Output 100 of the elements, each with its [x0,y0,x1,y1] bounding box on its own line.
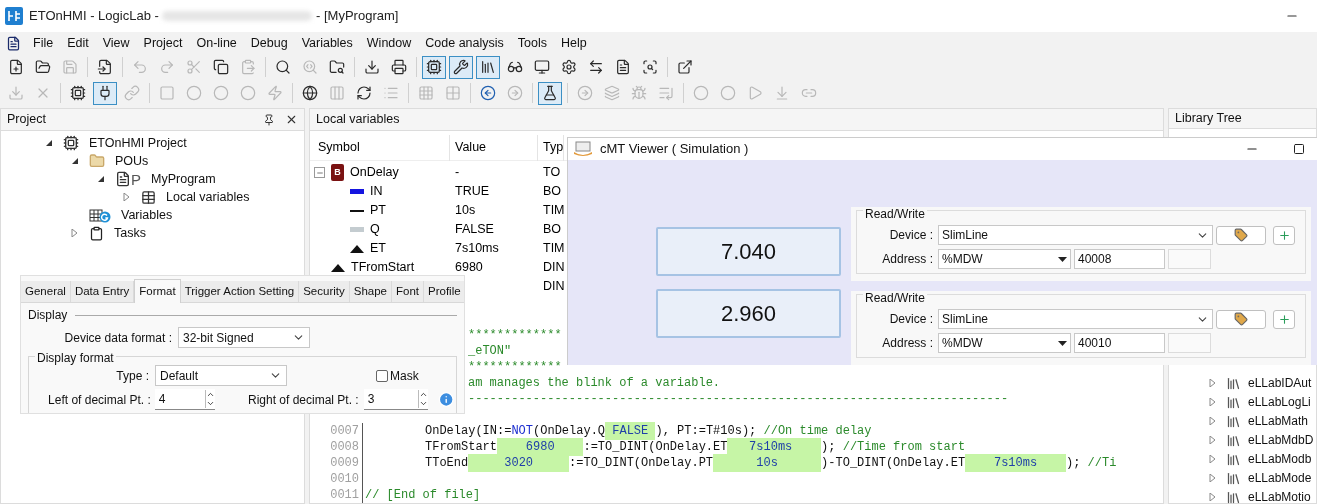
address-field[interactable]: 40008 [1074,249,1165,269]
dialog-tab[interactable]: Font [392,281,425,302]
tree-item[interactable]: eLLabIDAut [1248,374,1312,393]
symbol-cell-text: PT [370,202,386,220]
tree-item[interactable]: POUs [115,151,149,171]
tree-item[interactable]: Variables [121,205,173,225]
tree-item[interactable]: Tasks [114,223,146,243]
dialog-tab[interactable]: Shape [349,281,392,302]
tag-icon [1234,228,1248,242]
address-type-dropdown[interactable]: %MDW [938,333,1071,353]
dialog-tab[interactable]: Trigger Action Setting [180,281,300,302]
watch-value: 10s [713,454,822,472]
spin-field[interactable]: 3 [363,389,428,410]
spin-down-icon[interactable] [418,399,428,408]
empty-field[interactable] [1168,249,1211,269]
collapsed-arrow-icon[interactable] [123,193,131,201]
tree-item[interactable]: eLLabLogLi [1248,393,1311,412]
code-text: _eTON" [468,343,512,360]
menu-item[interactable]: Tools [510,33,554,53]
address-field[interactable]: 40010 [1074,333,1165,353]
menu-item[interactable]: On-line [189,33,244,53]
type-dropdown[interactable]: Default [155,365,287,386]
toolbar-button[interactable] [422,55,446,79]
collapsed-arrow-icon[interactable] [1209,417,1217,426]
tree-item[interactable]: ETOnHMI Project [89,133,187,153]
collapse-toggle[interactable] [314,167,325,178]
system-menu-icon[interactable] [6,35,21,51]
dialog-tab[interactable]: Format [134,279,181,303]
spin-field[interactable]: 4 [154,389,215,410]
collapsed-arrow-icon[interactable] [1209,436,1217,445]
tree-item[interactable]: eLLabMdbD [1248,431,1314,450]
collapsed-arrow-icon[interactable] [71,229,79,237]
tree-item[interactable]: MyProgram [151,169,216,189]
dialog-tab[interactable]: General [21,281,71,302]
column-header[interactable]: Symbol [310,134,450,161]
mask-checkbox[interactable] [376,369,388,382]
format-dropdown[interactable]: 32-bit Signed [178,327,310,348]
field-label: Type : [115,367,150,385]
collapsed-arrow-icon[interactable] [1209,455,1217,464]
menu-item[interactable]: Debug [243,33,295,53]
dialog-tab[interactable]: Security [299,281,350,302]
collapsed-arrow-icon[interactable] [1209,398,1217,407]
tag-button[interactable] [1216,309,1266,329]
column-header[interactable]: Typ [538,134,565,161]
numeric-display: 2.960 [656,289,841,338]
plus-icon [1277,228,1291,242]
expanded-arrow-icon[interactable] [45,139,53,147]
window-title: ETOnHMI - LogicLab - [29,7,160,26]
empty-field[interactable] [1168,333,1211,353]
toolbar-button[interactable] [538,81,562,105]
circle-icon [213,85,229,101]
add-tag-button[interactable] [1273,225,1295,245]
circle-icon [186,85,202,101]
spin-up-icon[interactable] [418,390,428,399]
close-icon[interactable] [285,113,298,126]
maximize-icon[interactable] [1293,143,1305,155]
menu-item[interactable]: File [26,33,61,53]
device-dropdown[interactable]: SlimLine [938,309,1213,329]
dialog-tab[interactable]: Data Entry [70,281,135,302]
code-text: // [End of file] [365,487,481,504]
tag-button[interactable] [1216,225,1266,245]
add-tag-button[interactable] [1273,309,1295,329]
menu-item[interactable]: Edit [60,33,96,53]
tree-item[interactable]: eLLabMotio [1248,488,1311,504]
toolbar-button[interactable] [93,81,117,105]
info-icon[interactable] [437,391,454,408]
toolbar-button[interactable] [449,55,473,79]
list-icon [658,85,674,101]
menu-item[interactable]: Variables [294,33,360,53]
menu-item[interactable]: Help [554,33,594,53]
tree-item[interactable]: eLLabMath [1248,412,1309,431]
type-cell: BO [543,222,562,237]
menu-item[interactable]: Project [136,33,190,53]
collapsed-arrow-icon[interactable] [1209,493,1217,502]
caret-icon [1058,340,1067,346]
field-label: Address : [881,251,934,268]
expanded-arrow-icon[interactable] [97,175,105,183]
menu-item[interactable]: Window [359,33,419,53]
collapsed-arrow-icon[interactable] [1209,474,1217,483]
menu-item[interactable]: View [95,33,137,53]
pin-icon[interactable] [263,113,275,126]
address-type-dropdown[interactable]: %MDW [938,249,1071,269]
settings-icon [561,59,577,75]
spin-up-icon[interactable] [205,390,215,399]
tree-item[interactable]: eLLabModb [1248,450,1312,469]
expanded-arrow-icon[interactable] [71,157,79,165]
library-icon [1226,432,1241,448]
device-dropdown[interactable]: SlimLine [938,225,1213,245]
column-header[interactable]: Value [450,134,538,161]
code-text: :=TO_DINT(OnDelay.ET [583,439,728,456]
undo-icon [132,59,148,75]
code-text: :=TO_DINT(OnDelay.PT [569,455,714,472]
tree-item[interactable]: eLLabMode [1248,469,1312,488]
spin-down-icon[interactable] [205,399,215,408]
tree-item[interactable]: Local variables [166,187,250,207]
dialog-tab[interactable]: Profile [424,281,464,302]
toolbar-button[interactable] [476,55,500,79]
collapsed-arrow-icon[interactable] [1209,379,1217,388]
scan-search-icon [642,59,658,75]
menu-item[interactable]: Code analysis [418,33,511,53]
